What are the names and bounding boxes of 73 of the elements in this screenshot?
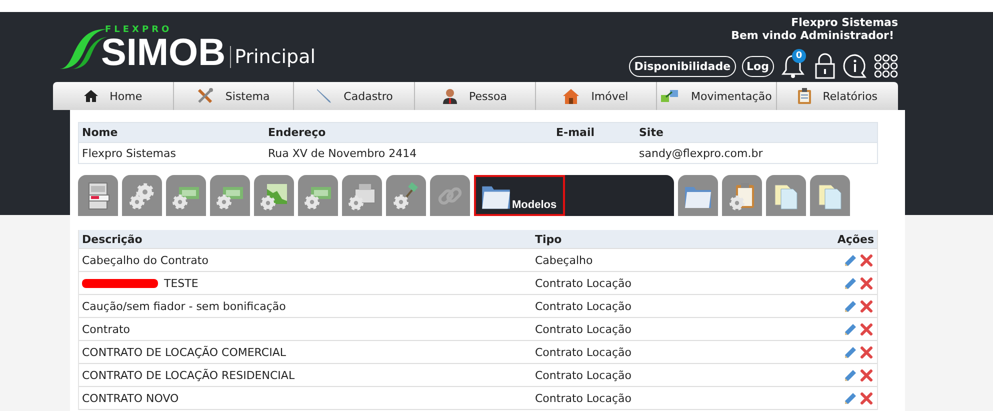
lock-icon[interactable]	[814, 53, 836, 79]
table-cell: Caução/sem fiador - sem bonificação	[82, 300, 286, 312]
module-tab[interactable]	[298, 175, 338, 216]
delete-button[interactable]	[860, 322, 873, 336]
logo-product: SIMOB	[101, 35, 226, 71]
table-cell: CONTRATO DE LOCAÇÃO COMERCIAL	[82, 346, 286, 358]
house-icon	[563, 88, 580, 104]
table-cell-text: Flexpro Sistemas	[81, 146, 177, 160]
module-tab[interactable]	[254, 175, 294, 216]
section-title: Principal	[230, 46, 316, 68]
edit-button[interactable]	[844, 346, 857, 358]
column-header: Ações	[836, 232, 875, 246]
company-name: Flexpro Sistemas	[791, 16, 898, 29]
pen-icon	[316, 88, 332, 104]
table-cell-text: Contrato Locação	[534, 322, 632, 336]
table-cell: CONTRATO DE LOCAÇÃO RESIDENCIAL	[82, 368, 295, 382]
logo-brand: FLEXPRO	[105, 25, 174, 35]
module-tab[interactable]	[166, 175, 206, 216]
table-cell-text: Contrato Locação	[534, 368, 632, 382]
edit-button[interactable]	[844, 392, 857, 404]
menu-item[interactable]: Relatórios	[777, 82, 898, 110]
bell-icon[interactable]	[780, 53, 806, 79]
home-icon	[84, 90, 98, 102]
table-cell: CONTRATO NOVO	[82, 392, 179, 404]
edit-button[interactable]	[844, 368, 857, 382]
table-cell-text: Cabeçalho	[534, 254, 594, 266]
log-button[interactable]: Log	[742, 56, 774, 76]
edit-button[interactable]	[844, 300, 857, 312]
module-tab[interactable]	[210, 175, 250, 216]
edit-button[interactable]	[844, 254, 857, 266]
table-cell-text: Rua XV de Novembro 2414	[267, 146, 418, 160]
delete-button[interactable]	[860, 392, 873, 404]
edit-button[interactable]	[844, 322, 857, 336]
table-cell-text: Contrato Locação	[534, 392, 632, 404]
welcome-text: Bem vindo Administrador!	[731, 29, 895, 42]
column-header: Descrição	[81, 232, 144, 246]
delete-button[interactable]	[860, 276, 873, 290]
availability-button[interactable]: Disponibilidade	[629, 56, 736, 76]
table-cell: Cabeçalho do Contrato	[82, 254, 208, 266]
delete-button[interactable]	[860, 300, 873, 312]
table-cell-text: Contrato Locação	[534, 276, 632, 290]
delete-button[interactable]	[860, 368, 873, 382]
gavel-gears-icon	[391, 180, 421, 210]
table-cell-text: Contrato Locação	[534, 300, 632, 312]
module-tab[interactable]	[386, 175, 426, 216]
column-header: E-mail	[555, 126, 596, 139]
table-cell: Contrato	[82, 322, 130, 336]
module-tab[interactable]	[78, 175, 118, 216]
module-tab[interactable]	[766, 175, 806, 216]
table-cell-text: Contrato Locação	[534, 346, 632, 358]
column-header: Tipo	[534, 232, 563, 246]
clipboard-icon	[798, 88, 811, 104]
module-tab[interactable]	[122, 175, 162, 216]
delete-button[interactable]	[860, 346, 873, 358]
person-icon	[443, 88, 458, 104]
column-header: Site	[638, 126, 664, 139]
highlight-frame: Modelos	[474, 175, 565, 216]
module-tab[interactable]	[678, 175, 718, 216]
apps-grid-icon[interactable]	[874, 54, 898, 78]
column-header: Nome	[81, 126, 119, 139]
table-cell-text: sandy@flexpro.com.br	[638, 146, 764, 160]
module-tab[interactable]	[722, 175, 762, 216]
module-tab[interactable]	[342, 175, 382, 216]
table-cell: TESTE	[164, 276, 198, 290]
edit-button[interactable]	[844, 276, 857, 290]
models-tab[interactable]: Modelos	[474, 175, 674, 216]
module-tab[interactable]	[810, 175, 850, 216]
tools-icon	[197, 88, 214, 104]
column-header: Endereço	[267, 126, 327, 139]
delete-button[interactable]	[860, 254, 873, 266]
info-icon[interactable]	[842, 53, 868, 79]
notification-badge: 0	[792, 49, 806, 63]
transfer-icon	[661, 89, 679, 103]
